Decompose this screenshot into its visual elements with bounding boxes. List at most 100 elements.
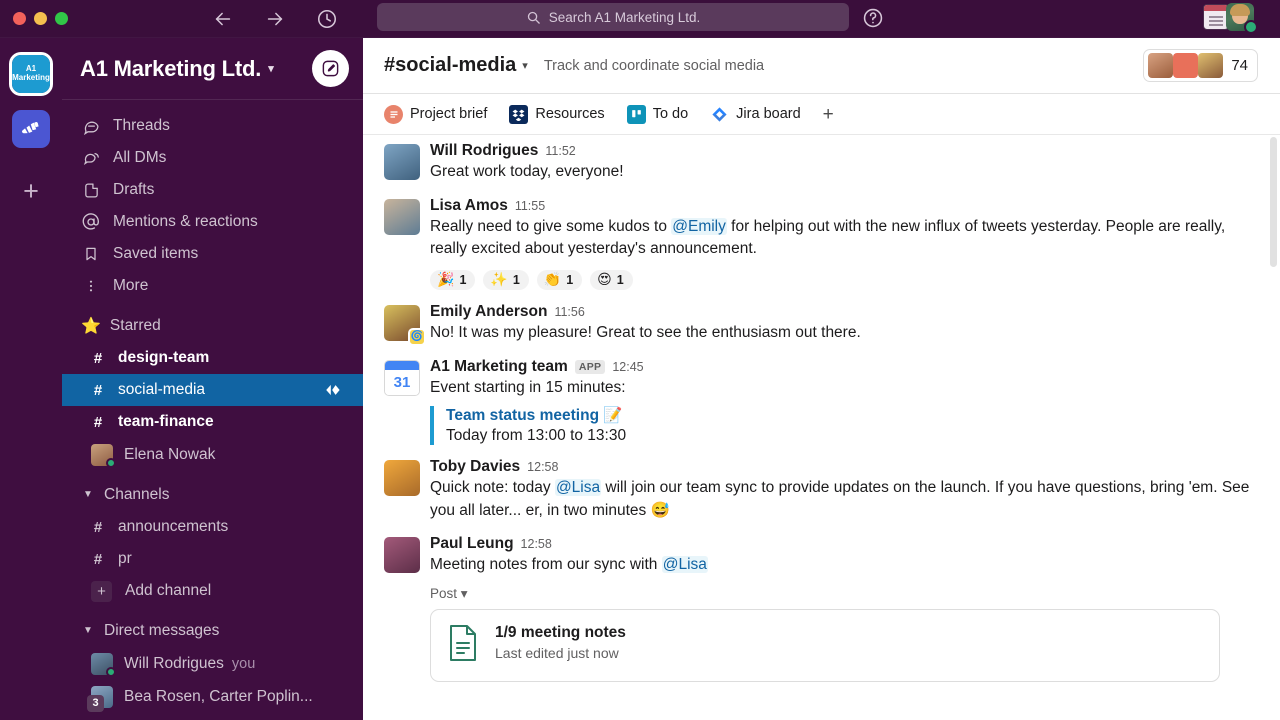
channel-name-button[interactable]: #social-media ▾ (384, 54, 528, 77)
avatar[interactable] (384, 144, 420, 180)
message-text-part: Really need to give some kudos to (430, 218, 671, 235)
status-emoji-badge: 🌀 (408, 328, 426, 346)
current-user-avatar[interactable] (1226, 3, 1254, 31)
message-timestamp[interactable]: 12:58 (521, 537, 552, 551)
message-timestamp[interactable]: 12:45 (612, 360, 643, 374)
message-timestamp[interactable]: 12:58 (527, 460, 558, 474)
sidebar-item-pr[interactable]: # pr (62, 543, 363, 575)
history-nav-buttons (212, 8, 338, 30)
post-attachment-card[interactable]: 1/9 meeting notes Last edited just now (430, 609, 1220, 682)
message-author[interactable]: Lisa Amos (430, 197, 508, 215)
minimize-window-button[interactable] (34, 12, 47, 25)
avatar[interactable] (384, 199, 420, 235)
sidebar-section-direct-messages[interactable]: ▼ Direct messages (62, 614, 363, 647)
post-type-label[interactable]: Post ▾ (430, 586, 1258, 602)
sidebar-item-label: Mentions & reactions (113, 213, 258, 231)
close-window-button[interactable] (13, 12, 26, 25)
sidebar-item-mentions-reactions[interactable]: Mentions & reactions (62, 206, 363, 238)
google-calendar-icon[interactable]: 31 (384, 360, 420, 396)
message-header: Will Rodrigues 11:52 (430, 142, 1258, 160)
tab-to-do[interactable]: To do (627, 105, 688, 124)
avatar (1198, 53, 1223, 78)
message-body: A1 Marketing team APP 12:45 Event starti… (430, 358, 1258, 446)
sidebar-section-label: Direct messages (104, 622, 219, 640)
add-channel-button[interactable]: + Add channel (62, 575, 363, 607)
clock-history-icon[interactable] (316, 8, 338, 30)
channel-topic[interactable]: Track and coordinate social media (544, 58, 764, 74)
member-count: 74 (1231, 57, 1248, 74)
star-icon: ⭐ (81, 316, 101, 335)
search-input[interactable]: Search A1 Marketing Ltd. (377, 3, 849, 31)
add-tab-button[interactable]: + (823, 105, 834, 124)
tab-project-brief[interactable]: Project brief (384, 105, 487, 124)
sidebar-item-will-rodrigues[interactable]: Will Rodrigues you (62, 647, 363, 680)
message-timestamp[interactable]: 11:56 (554, 305, 584, 319)
sidebar-item-drafts[interactable]: Drafts (62, 174, 363, 206)
message-author[interactable]: Paul Leung (430, 535, 514, 553)
sidebar-item-all-dms[interactable]: All DMs (62, 142, 363, 174)
maximize-window-button[interactable] (55, 12, 68, 25)
mention-lisa[interactable]: @Lisa (555, 479, 601, 496)
sidebar-item-saved-items[interactable]: Saved items (62, 238, 363, 270)
forward-arrow-icon[interactable] (264, 8, 286, 30)
sidebar-channel-label: design-team (118, 349, 209, 367)
message-item: 🌀 Emily Anderson 11:56 No! It was my ple… (363, 296, 1280, 351)
hash-icon: # (92, 350, 104, 367)
message-text: Quick note: today @Lisa will join our te… (430, 477, 1258, 522)
tab-label: To do (653, 106, 688, 122)
message-item: Lisa Amos 11:55 Really need to give some… (363, 190, 1280, 296)
chevron-down-icon: ▾ (268, 62, 273, 75)
message-header: Emily Anderson 11:56 (430, 303, 1258, 321)
workspace-switcher-croissant[interactable] (12, 110, 50, 148)
sidebar-section-channels[interactable]: ▼ Channels (62, 478, 363, 511)
reaction-chip[interactable]: ✨ 1 (483, 270, 528, 290)
message-timestamp[interactable]: 11:55 (515, 199, 545, 213)
huddle-icon[interactable] (324, 384, 341, 396)
sidebar-item-more[interactable]: More (62, 270, 363, 302)
chevron-down-icon: ▼ (81, 625, 95, 636)
message-scrollbar[interactable] (1270, 137, 1277, 267)
sidebar-dm-label: Elena Nowak (124, 446, 215, 464)
avatar (1173, 53, 1198, 78)
sidebar-item-social-media[interactable]: # social-media (62, 374, 363, 406)
workspace-header: A1 Marketing Ltd. ▾ (62, 38, 363, 100)
sidebar-item-label: Saved items (113, 245, 198, 263)
traffic-lights (0, 12, 68, 25)
sidebar-item-announcements[interactable]: # announcements (62, 511, 363, 543)
event-title[interactable]: Team status meeting 📝 (446, 406, 1258, 425)
tab-jira-board[interactable]: Jira board (710, 105, 800, 124)
sidebar-item-threads[interactable]: Threads (62, 110, 363, 142)
mention-emily[interactable]: @Emily (671, 218, 727, 235)
sidebar-item-group-dm[interactable]: 3 Bea Rosen, Carter Poplin... (62, 680, 363, 713)
avatar[interactable] (384, 537, 420, 573)
mention-lisa[interactable]: @Lisa (662, 556, 708, 573)
avatar[interactable]: 🌀 (384, 305, 420, 341)
workspace-switcher-a1-marketing[interactable]: A1 Marketing (9, 52, 53, 96)
reaction-chip[interactable]: 🎉 1 (430, 270, 475, 290)
back-arrow-icon[interactable] (212, 8, 234, 30)
slack-window: Search A1 Marketing Ltd. A1 Marketing (0, 0, 1280, 720)
reaction-chip[interactable]: 👏 1 (537, 270, 582, 290)
workspace-name-button[interactable]: A1 Marketing Ltd. ▾ (80, 56, 274, 82)
sidebar-section-starred[interactable]: ⭐ Starred (62, 309, 363, 342)
topbar-right-icons (1203, 3, 1254, 31)
sidebar-item-team-finance[interactable]: # team-finance (62, 406, 363, 438)
message-author[interactable]: A1 Marketing team (430, 358, 568, 376)
croissant-icon (19, 117, 44, 142)
message-author[interactable]: Toby Davies (430, 458, 520, 476)
tab-label: Resources (535, 106, 604, 122)
help-question-icon[interactable] (862, 7, 884, 29)
message-author[interactable]: Will Rodrigues (430, 142, 538, 160)
compose-new-message-button[interactable] (312, 50, 349, 87)
channel-members-button[interactable]: 74 (1143, 49, 1258, 82)
sidebar-item-elena-nowak[interactable]: Elena Nowak (62, 438, 363, 471)
sidebar-item-design-team[interactable]: # design-team (62, 342, 363, 374)
message-author[interactable]: Emily Anderson (430, 303, 547, 321)
add-workspace-button[interactable]: + (14, 174, 48, 208)
message-list[interactable]: Will Rodrigues 11:52 Great work today, e… (363, 135, 1280, 720)
message-timestamp[interactable]: 11:52 (545, 144, 575, 158)
reaction-chip[interactable]: 😍 1 (590, 270, 633, 290)
avatar[interactable] (384, 460, 420, 496)
document-icon (447, 624, 481, 667)
tab-resources[interactable]: Resources (509, 105, 604, 124)
